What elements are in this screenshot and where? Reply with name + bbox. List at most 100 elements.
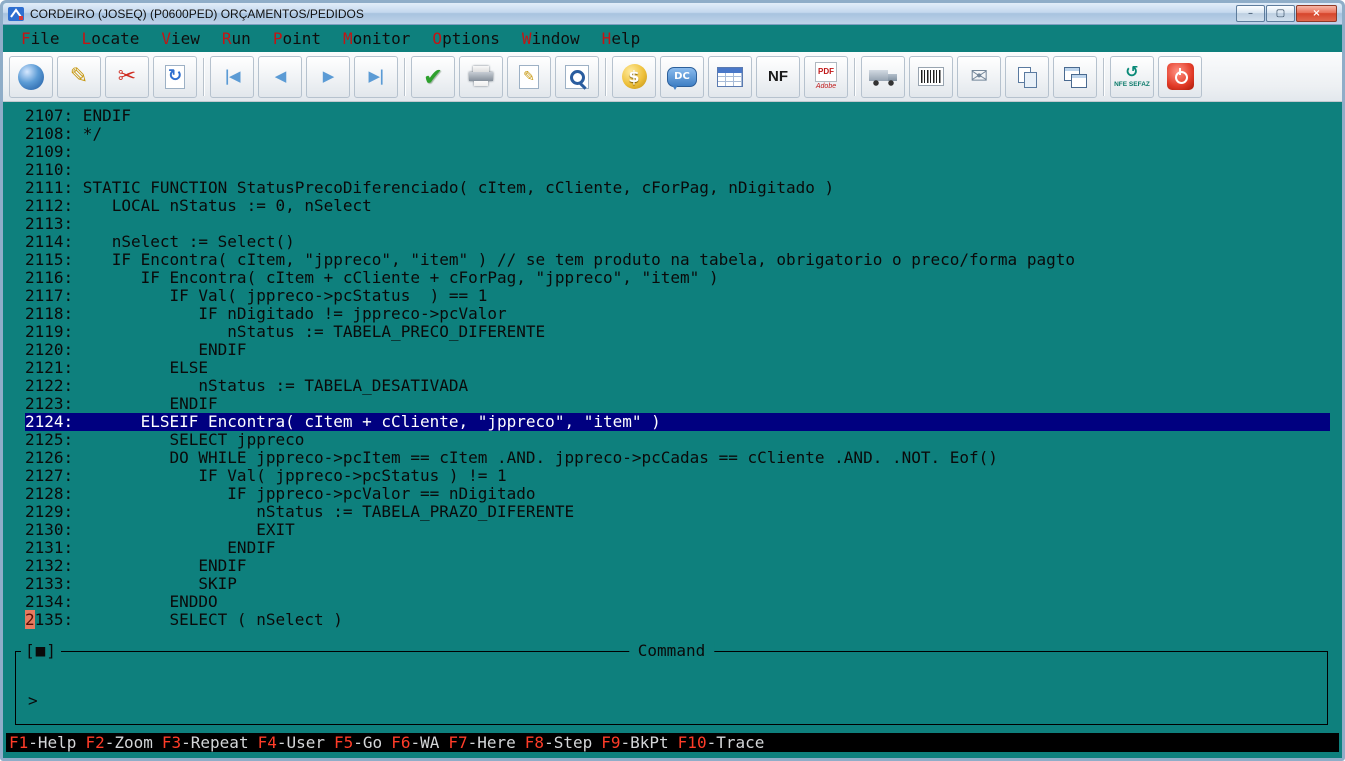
toolbar-icon [869,67,897,86]
connection-button[interactable] [9,56,53,98]
toolbar-icon: DC [667,67,697,87]
last-button[interactable]: ▶| [354,56,398,98]
line-number: 2114: [25,232,73,251]
code-line[interactable]: 2129: nStatus := TABELA_PRAZO_DIFERENTE [25,503,1330,521]
first-button[interactable]: |◀ [210,56,254,98]
command-box[interactable]: [■] Command > [15,651,1328,725]
code-line[interactable]: 2128: IF jppreco->pcValor == nDigitado [25,485,1330,503]
menu-window[interactable]: Window [522,29,580,48]
code-line[interactable]: 2134: ENDDO [25,593,1330,611]
toolbar-icon: ✔ [423,65,443,89]
code-line[interactable]: 2126: DO WHILE jppreco->pcItem == cItem … [25,449,1330,467]
menubar: File Locate View Run Point Monitor Optio… [3,25,1342,52]
code-line[interactable]: 2133: SKIP [25,575,1330,593]
copy-button[interactable] [1005,56,1049,98]
code-line[interactable]: 2108: */ [25,125,1330,143]
code-line[interactable]: 2114: nSelect := Select() [25,233,1330,251]
nf-button[interactable]: NF [756,56,800,98]
menu-monitor[interactable]: Monitor [343,29,410,48]
code-line[interactable]: 2135: SELECT ( nSelect ) [25,611,1330,629]
code-line[interactable]: 2112: LOCAL nStatus := 0, nSelect [25,197,1330,215]
mail-button[interactable]: ✉ [957,56,1001,98]
menu-locate[interactable]: Locate [82,29,140,48]
statusbar: F1-Help F2-Zoom F3-Repeat F4-User F5-Go … [6,733,1339,752]
exit-button[interactable] [1158,56,1202,98]
code-line[interactable]: 2131: ENDIF [25,539,1330,557]
line-text: ENDIF [73,538,275,557]
cut-button[interactable]: ✂ [105,56,149,98]
code-line[interactable]: 2116: IF Encontra( cItem + cCliente + cF… [25,269,1330,287]
code-line[interactable]: 2122: nStatus := TABELA_DESATIVADA [25,377,1330,395]
code-line[interactable]: 2119: nStatus := TABELA_PRECO_DIFERENTE [25,323,1330,341]
menu-file[interactable]: File [21,29,60,48]
line-number: 2134: [25,592,73,611]
toolbar-icon: ↻ [165,65,185,89]
line-number: 2124: [25,412,73,431]
edit-document-button[interactable]: ✎ [507,56,551,98]
toolbar-icon: ✉ [970,66,988,87]
table-button[interactable] [708,56,752,98]
line-number: 2123: [25,394,73,413]
code-line[interactable]: 2107: ENDIF [25,107,1330,125]
line-text: DO WHILE jppreco->pcItem == cItem .AND. … [73,448,998,467]
maximize-button[interactable]: ▢ [1266,5,1295,22]
fkey-hint: F3-Repeat [162,733,249,752]
print-button[interactable] [459,56,503,98]
menu-label: ocate [91,29,139,48]
code-line[interactable]: 2123: ENDIF [25,395,1330,413]
menu-help[interactable]: Help [602,29,641,48]
open-button[interactable]: ↻ [153,56,197,98]
menu-run[interactable]: Run [222,29,251,48]
pdf-button[interactable]: PDF Adobe [804,56,848,98]
previous-button[interactable]: ◀ [258,56,302,98]
cascade-button[interactable] [1053,56,1097,98]
code-line[interactable]: 2127: IF Val( jppreco->pcStatus ) != 1 [25,467,1330,485]
code-line[interactable]: 2125: SELECT jppreco [25,431,1330,449]
line-number: 2122: [25,376,73,395]
nfe-sefaz-button[interactable]: ↺ NFE SEFAZ [1110,56,1154,98]
menu-point[interactable]: Point [273,29,321,48]
close-button[interactable]: × [1296,5,1337,22]
code-line[interactable]: 2118: IF nDigitado != jppreco->pcValor [25,305,1330,323]
next-button[interactable]: ▶ [306,56,350,98]
message-button[interactable]: DC [660,56,704,98]
menu-options[interactable]: Options [432,29,499,48]
toolbar-icon: ✂ [118,66,136,88]
minimize-button[interactable]: – [1236,5,1265,22]
barcode-button[interactable] [909,56,953,98]
menu-label: ile [31,29,60,48]
line-text: IF Encontra( cItem, "jppreco", "item" ) … [73,250,1075,269]
money-button[interactable]: $ [612,56,656,98]
fkey-hint: F10-Trace [678,733,765,752]
line-text: EXIT [73,520,295,539]
confirm-button[interactable]: ✔ [411,56,455,98]
code-line[interactable]: 2124: ELSEIF Encontra( cItem + cCliente,… [25,413,1330,431]
code-line[interactable]: 2121: ELSE [25,359,1330,377]
edit-button[interactable]: ✎ [57,56,101,98]
code-view[interactable]: 2107: ENDIF 2108: */ 2109: 2110: 2111: S… [3,102,1342,641]
line-number: 2116: [25,268,73,287]
fkey-hint: F6-WA [391,733,439,752]
command-close-gadget[interactable]: [■] [21,641,61,660]
fkey-action: -User [277,733,325,752]
menu-view[interactable]: View [161,29,200,48]
code-line[interactable]: 2120: ENDIF [25,341,1330,359]
fkey-hint: F7-Here [448,733,515,752]
line-number: 2135: [25,610,73,629]
search-button[interactable] [555,56,599,98]
fkey-name: F4 [258,733,277,752]
menu-label: indow [532,29,580,48]
menu-hotkey-letter: W [522,29,532,48]
menu-hotkey-letter: F [21,29,31,48]
code-line[interactable]: 2109: [25,143,1330,161]
delivery-button[interactable] [861,56,905,98]
toolbar-icon: ✎ [70,66,88,88]
code-line[interactable]: 2113: [25,215,1330,233]
code-line[interactable]: 2115: IF Encontra( cItem, "jppreco", "it… [25,251,1330,269]
code-line[interactable]: 2111: STATIC FUNCTION StatusPrecoDiferen… [25,179,1330,197]
code-line[interactable]: 2117: IF Val( jppreco->pcStatus ) == 1 [25,287,1330,305]
code-line[interactable]: 2110: [25,161,1330,179]
code-line[interactable]: 2132: ENDIF [25,557,1330,575]
code-line[interactable]: 2130: EXIT [25,521,1330,539]
window-controls: – ▢ × [1236,5,1337,22]
